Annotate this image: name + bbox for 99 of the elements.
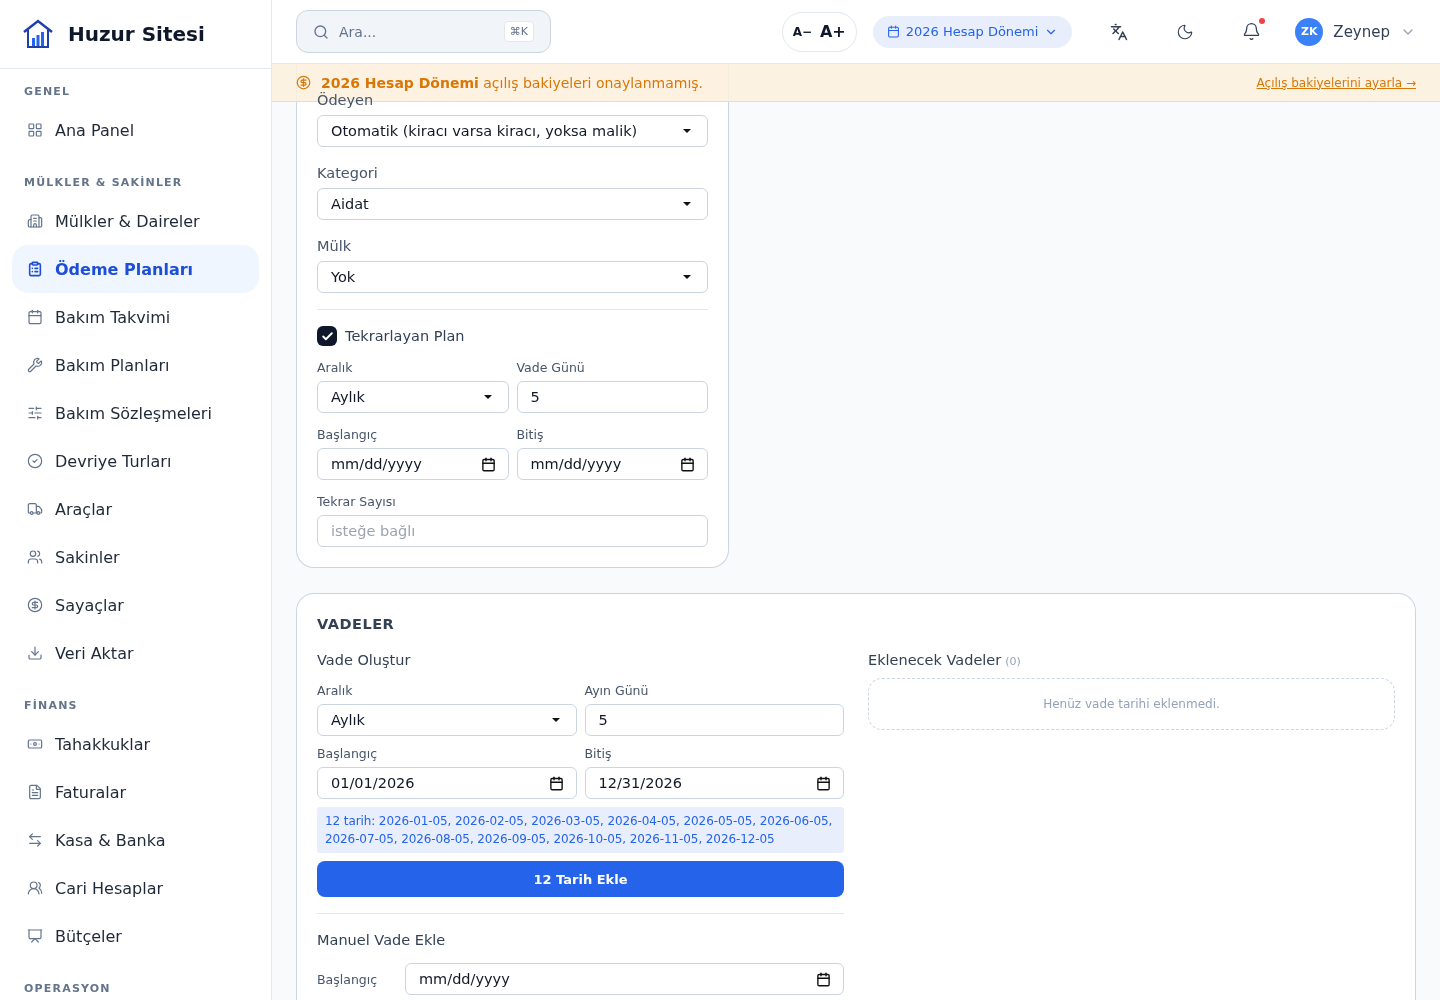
nav-item[interactable]: Sayaçlar [12, 581, 259, 629]
field-label: Bitiş [516, 427, 544, 442]
brand-name: Huzur Sitesi [68, 22, 205, 46]
nav-item[interactable]: Kasa & Banka [12, 816, 259, 864]
field-label: Bitiş [584, 746, 612, 761]
nav-item[interactable]: Bakım Sözleşmeleri [12, 389, 259, 437]
select-field[interactable]: Otomatik (kiracı varsa kiracı, yoksa malik) [317, 115, 708, 147]
field-label: Vade Günü [516, 360, 585, 375]
bell-icon [1242, 22, 1262, 41]
caret-icon [683, 275, 691, 279]
date-field[interactable]: mm/dd/yyyy [317, 448, 509, 480]
user-menu[interactable]: ZK Zeynep [1295, 17, 1416, 46]
field-label: Aralık [317, 360, 353, 375]
recurring-checkbox[interactable]: Tekrarlayan Plan [317, 326, 708, 346]
nav-item[interactable]: Faturalar [12, 768, 259, 816]
presentation-icon [27, 928, 43, 944]
truck-icon [27, 501, 43, 517]
field-label: Başlangıç [317, 746, 378, 761]
date-field[interactable]: mm/dd/yyyy [516, 448, 708, 480]
banknote-icon [27, 736, 43, 752]
calendar-icon [548, 775, 564, 791]
avatar: ZK [1295, 17, 1324, 46]
section-title: MÜLKLER & SAKİNLER [23, 175, 184, 191]
nav-item[interactable]: Ana Panel [12, 106, 259, 154]
sliders-icon [27, 405, 43, 421]
select-field[interactable]: Aylık [317, 704, 577, 736]
nav-item[interactable]: Araçlar [12, 485, 259, 533]
input-field[interactable]: 5 [584, 704, 844, 736]
dollar-icon [296, 75, 311, 90]
section-title: OPERASYON [23, 981, 112, 997]
field-label: Tekrar Sayısı [317, 494, 396, 509]
nav-item[interactable]: Devriye Turları [12, 437, 259, 485]
calendar-icon [886, 25, 900, 38]
arrows-icon [27, 832, 43, 848]
banner-message: 2026 Hesap Dönemi açılış bakiyeleri onaylanmamış. [321, 74, 705, 91]
search-icon [313, 23, 329, 40]
empty-state: Henüz vade tarihi eklenmedi. [868, 678, 1395, 730]
section-heading: Vade Oluştur [317, 652, 412, 669]
nav-item[interactable]: Mülkler & Daireler [12, 197, 259, 245]
check-circle-icon [27, 453, 43, 469]
shortcut-hint: ⌘K [503, 21, 534, 42]
calendar-icon [480, 456, 496, 472]
decrease-font-button[interactable]: A− [790, 24, 814, 39]
document-icon [27, 784, 43, 800]
caret-icon [551, 718, 560, 722]
nav-item[interactable]: Bakım Planları [12, 341, 259, 389]
field-label: Mülk [317, 238, 352, 255]
select-field[interactable]: Yok [317, 261, 708, 293]
field-label: Başlangıç [317, 427, 378, 442]
nav-item[interactable]: Cari Hesaplar [12, 864, 259, 912]
clipboard-icon [27, 261, 43, 277]
translate-icon [1110, 22, 1129, 41]
field-label: Başlangıç [317, 971, 379, 987]
increase-font-button[interactable]: A+ [817, 22, 848, 41]
caret-icon [683, 202, 691, 206]
building-icon [27, 213, 43, 229]
check-icon [320, 329, 334, 343]
users-icon [27, 549, 43, 565]
period-button[interactable]: 2026 Hesap Dönemi [872, 15, 1073, 48]
house-chart-logo [22, 18, 54, 50]
section-heading: Eklenecek Vadeler [868, 652, 1002, 668]
calendar-icon [816, 775, 831, 791]
users-icon [27, 880, 43, 896]
date-field[interactable]: mm/dd/yyyy [405, 963, 844, 995]
moon-icon [1176, 22, 1195, 41]
nav-item[interactable]: Sakinler [12, 533, 259, 581]
count-label: (0) [1005, 655, 1021, 668]
nav-item[interactable]: Bütçeler [12, 912, 259, 960]
nav-item[interactable]: Ödeme Planları [12, 245, 259, 293]
field-label: Aralık [317, 683, 353, 698]
field-label: Kategori [317, 165, 378, 182]
date-field[interactable]: 01/01/2026 [317, 767, 577, 799]
download-icon [27, 645, 43, 661]
field-label: Ödeyen [317, 92, 374, 109]
nav-item[interactable]: Bakım Takvimi [12, 293, 259, 341]
section-heading: Manuel Vade Ekle [317, 932, 447, 949]
wrench-icon [27, 357, 43, 373]
date-field[interactable]: 12/31/2026 [584, 767, 844, 799]
field-label: Ayın Günü [584, 683, 649, 698]
calendar-icon [680, 456, 695, 472]
search-field[interactable]: Ara... ⌘K [296, 10, 551, 53]
calendar-icon [27, 309, 43, 325]
add-dates-button[interactable]: 12 Tarih Ekle [317, 861, 844, 897]
select-field[interactable]: Aidat [317, 188, 708, 220]
calendar-icon [816, 971, 831, 987]
section-title: FİNANS [23, 698, 79, 714]
user-name: Zeynep [1333, 22, 1390, 41]
section-title: GENEL [23, 84, 72, 100]
checkbox[interactable] [317, 326, 337, 346]
grid-icon [27, 122, 43, 138]
dates-preview: 12 tarih: 2026-01-05, 2026-02-05, 2026-03-05, 2026-04-05, 2026-05-05, 2026-06-05, 2026-07-05, 2026-08-05, 2026-09-05, 2026-10-05, 2026-11-05, 2026-12-05 [317, 807, 844, 853]
dollar-icon [27, 597, 43, 613]
nav-item[interactable]: Tahakkuklar [12, 720, 259, 768]
caret-icon [483, 395, 492, 399]
input-field[interactable]: 5 [516, 381, 708, 413]
select-field[interactable]: Aylık [317, 381, 509, 413]
caret-icon [683, 129, 691, 133]
nav-item[interactable]: Veri Aktar [12, 629, 259, 677]
card-title: VADELER [317, 616, 396, 633]
